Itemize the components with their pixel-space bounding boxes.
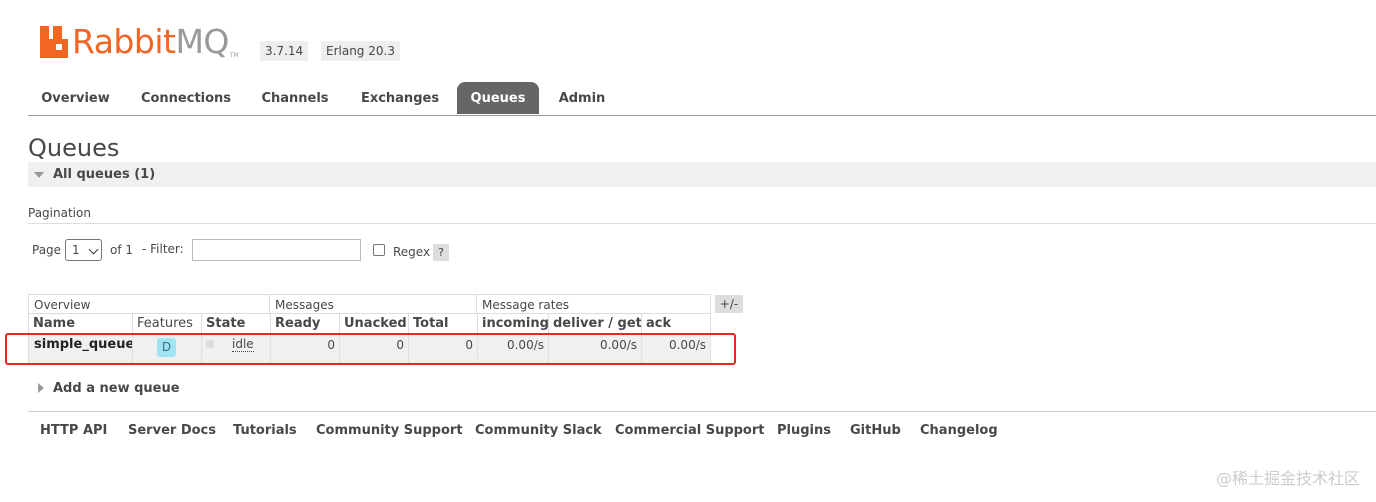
- section-heading[interactable]: All queues (1): [53, 167, 155, 182]
- tab-admin[interactable]: Admin: [546, 82, 618, 114]
- col-unacked[interactable]: Unacked: [339, 314, 408, 334]
- highlight-annotation-box: [5, 333, 736, 365]
- footer-link-http-api[interactable]: HTTP API: [40, 423, 107, 438]
- chevron-down-icon: [88, 244, 99, 255]
- filter-label: - Filter:: [142, 242, 184, 256]
- group-header-message-rates: Message rates: [476, 294, 711, 314]
- group-header-overview: Overview: [28, 294, 270, 314]
- page-count-label: of 1: [110, 243, 134, 257]
- erlang-version-badge: Erlang 20.3: [321, 41, 400, 61]
- footer-link-server-docs[interactable]: Server Docs: [128, 423, 216, 438]
- footer-link-github[interactable]: GitHub: [850, 423, 901, 438]
- watermark: @稀土掘金技术社区: [1215, 469, 1360, 488]
- filter-input[interactable]: [192, 239, 361, 261]
- col-name[interactable]: Name: [28, 314, 132, 334]
- tab-queues[interactable]: Queues: [457, 82, 539, 114]
- tab-exchanges[interactable]: Exchanges: [350, 82, 450, 114]
- footer-link-tutorials[interactable]: Tutorials: [233, 423, 297, 438]
- regex-help-button[interactable]: ?: [433, 244, 449, 261]
- col-deliver-get[interactable]: deliver / get: [548, 314, 642, 334]
- page-label: Page: [32, 243, 62, 257]
- col-incoming[interactable]: incoming: [477, 314, 549, 334]
- page-select-value: 1: [72, 243, 80, 257]
- footer-divider: [28, 411, 1376, 412]
- tab-channels[interactable]: Channels: [250, 82, 340, 114]
- col-ready[interactable]: Ready: [270, 314, 339, 334]
- add-queue-section-toggle[interactable]: Add a new queue: [53, 381, 180, 396]
- pagination-heading: Pagination: [28, 206, 91, 220]
- footer-link-plugins[interactable]: Plugins: [777, 423, 831, 438]
- footer-link-commercial-support[interactable]: Commercial Support: [615, 423, 765, 438]
- column-toggle-button[interactable]: +/-: [715, 295, 743, 313]
- rabbit-logo-icon: [40, 26, 68, 58]
- regex-label: Regex: [393, 245, 431, 259]
- col-ack[interactable]: ack: [641, 314, 711, 334]
- page-title: Queues: [28, 134, 120, 162]
- divider: [28, 223, 1376, 224]
- group-header-messages: Messages: [269, 294, 477, 314]
- page-select[interactable]: 1: [65, 239, 102, 261]
- regex-checkbox[interactable]: [373, 244, 385, 256]
- tab-overview[interactable]: Overview: [28, 82, 123, 114]
- col-total[interactable]: Total: [408, 314, 477, 334]
- tab-connections[interactable]: Connections: [131, 82, 241, 114]
- rabbitmq-logo[interactable]: RabbitMQ TM: [40, 22, 239, 62]
- logo-wordmark: RabbitMQ: [72, 22, 229, 61]
- footer-link-changelog[interactable]: Changelog: [920, 423, 998, 438]
- trademark-mark: TM: [229, 52, 239, 59]
- rabbitmq-version-badge: 3.7.14: [260, 41, 309, 61]
- footer-link-community-support[interactable]: Community Support: [316, 423, 463, 438]
- collapse-triangle-icon[interactable]: [34, 172, 44, 178]
- footer-link-community-slack[interactable]: Community Slack: [475, 423, 602, 438]
- col-features: Features: [132, 314, 201, 334]
- expand-triangle-icon[interactable]: [38, 383, 44, 393]
- main-nav: Overview Connections Channels Exchanges …: [28, 82, 1376, 116]
- col-state[interactable]: State: [201, 314, 270, 334]
- all-queues-section-toggle[interactable]: [28, 162, 1376, 187]
